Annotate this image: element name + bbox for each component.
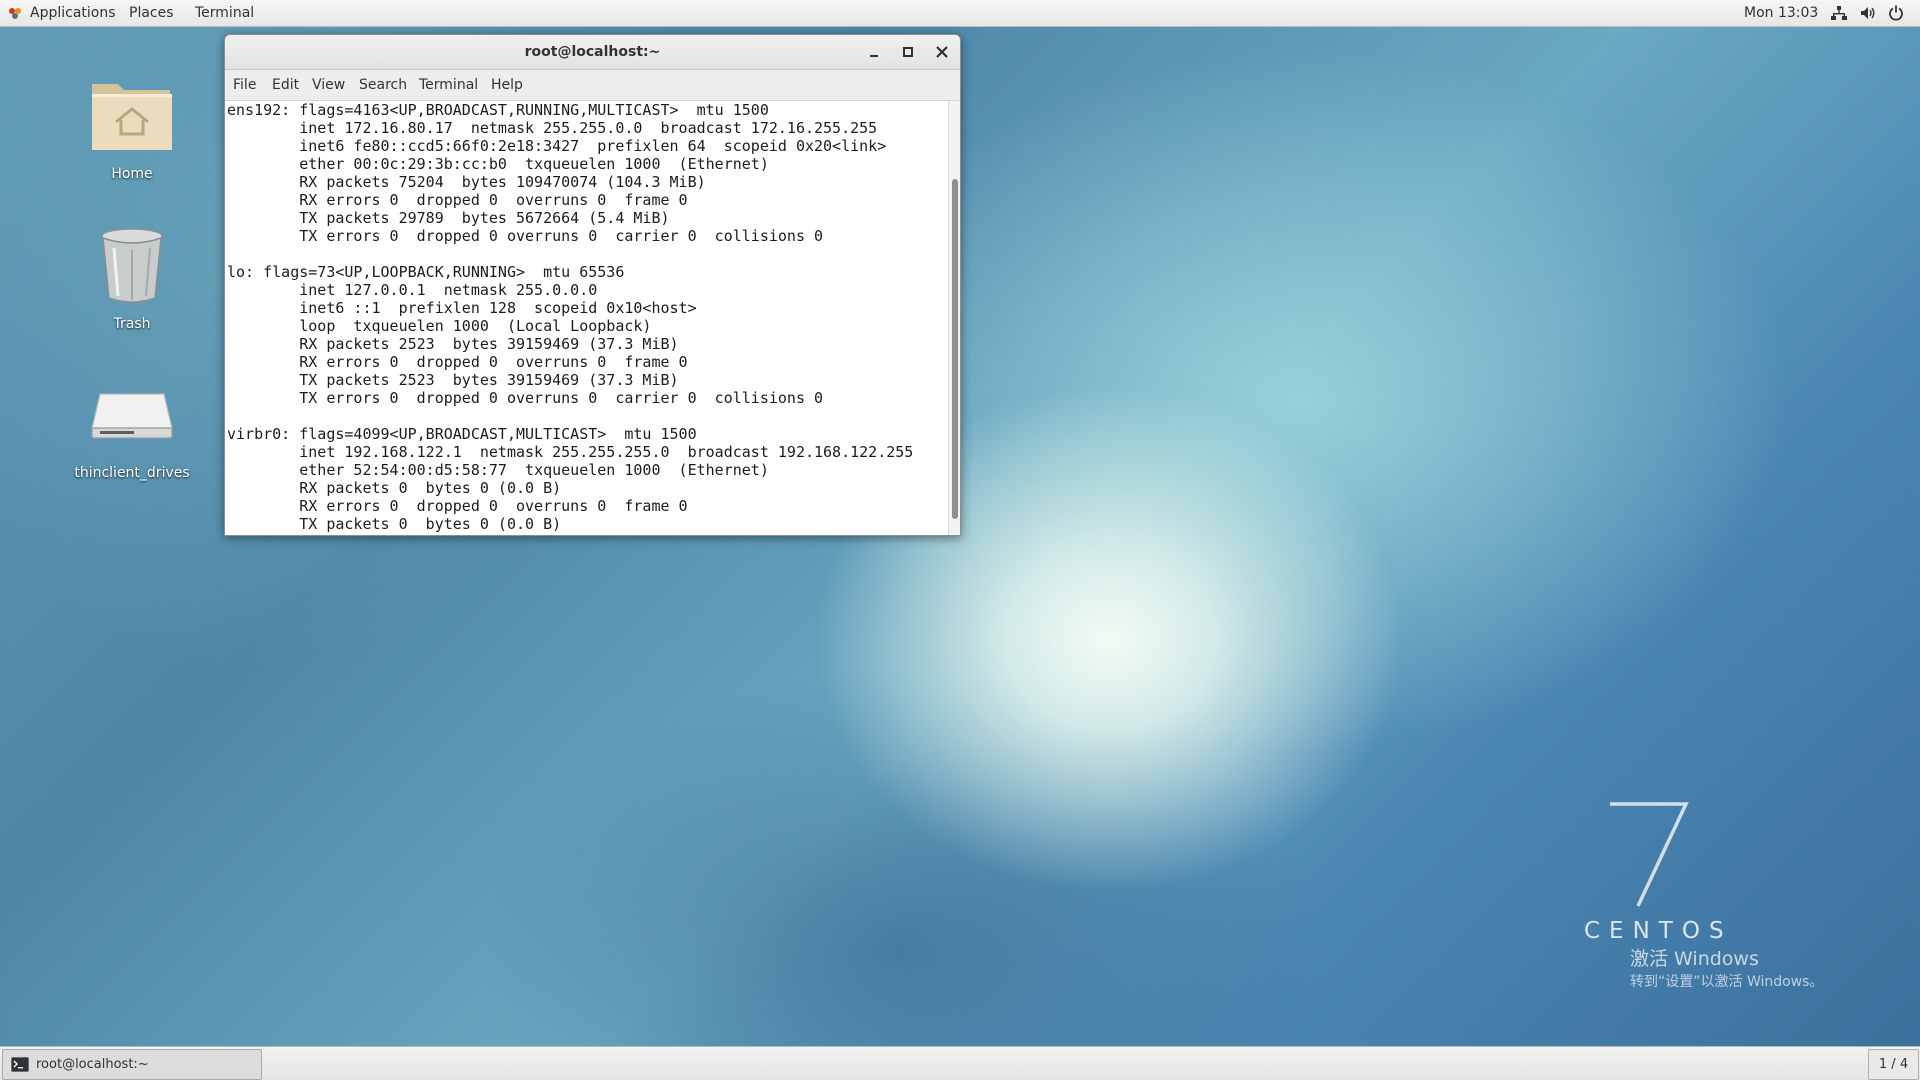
- terminal-window[interactable]: root@localhost:~ File Edit View Search T…: [224, 34, 961, 536]
- desktop-icon-home[interactable]: Home: [67, 70, 197, 185]
- top-panel: Applications Places Terminal Mon 13:03: [0, 0, 1920, 27]
- terminal-line: inet 127.0.0.1 netmask 255.0.0.0: [227, 281, 598, 299]
- centos-7-logo: [1610, 802, 1689, 907]
- menu-edit[interactable]: Edit: [272, 70, 299, 100]
- menu-help[interactable]: Help: [491, 70, 523, 100]
- terminal-line: RX packets 2523 bytes 39159469 (37.3 MiB…: [227, 335, 679, 353]
- terminal-scrollbar[interactable]: [948, 101, 960, 535]
- taskbar-item-terminal[interactable]: root@localhost:~: [2, 1049, 262, 1080]
- terminal-line: ether 52:54:00:d5:58:77 txqueuelen 1000 …: [227, 461, 769, 479]
- clock[interactable]: Mon 13:03: [1744, 0, 1818, 26]
- terminal-line: RX errors 0 dropped 0 overruns 0 frame 0: [227, 353, 688, 371]
- window-title: root@localhost:~: [524, 44, 661, 60]
- terminal-line: TX packets 2523 bytes 39159469 (37.3 MiB…: [227, 371, 679, 389]
- activate-windows-hint: 转到“设置”以激活 Windows。: [1630, 974, 1824, 990]
- taskbar-item-label: root@localhost:~: [36, 1057, 149, 1072]
- close-icon[interactable]: [935, 45, 949, 59]
- terminal-line: ether 00:0c:29:3b:cc:b0 txqueuelen 1000 …: [227, 155, 769, 173]
- volume-icon[interactable]: [1860, 5, 1876, 21]
- desktop-icon-label: thinclient_drives: [74, 465, 190, 481]
- terminal-line: lo: flags=73<UP,LOOPBACK,RUNNING> mtu 65…: [227, 263, 625, 281]
- terminal-app-menu[interactable]: Terminal: [195, 0, 254, 26]
- activate-windows-title: 激活 Windows: [1630, 948, 1759, 970]
- desktop-icon-trash[interactable]: Trash: [67, 226, 197, 336]
- home-folder-icon: [92, 84, 172, 150]
- terminal-line: inet 192.168.122.1 netmask 255.255.255.0…: [227, 443, 914, 461]
- desktop-icon-label: Home: [111, 166, 153, 182]
- menu-view[interactable]: View: [312, 70, 345, 100]
- window-menubar: File Edit View Search Terminal Help: [225, 70, 960, 101]
- terminal-line: TX errors 0 dropped 0 overruns 0 carrier…: [227, 227, 824, 245]
- terminal-line: RX errors 0 dropped 0 overruns 0 frame 0: [227, 497, 688, 515]
- drive-icon: [91, 393, 173, 439]
- terminal-line: virbr0: flags=4099<UP,BROADCAST,MULTICAS…: [227, 425, 697, 443]
- places-menu[interactable]: Places: [129, 0, 174, 26]
- minimize-icon[interactable]: [867, 45, 881, 59]
- terminal-line: TX packets 29789 bytes 5672664 (5.4 MiB): [227, 209, 670, 227]
- terminal-line: loop txqueuelen 1000 (Local Loopback): [227, 317, 652, 335]
- terminal-line: inet 172.16.80.17 netmask 255.255.0.0 br…: [227, 119, 878, 137]
- terminal-line: TX errors 0 dropped 0 overruns 0 carrier…: [227, 389, 824, 407]
- terminal-line: RX packets 0 bytes 0 (0.0 B): [227, 479, 562, 497]
- terminal-output[interactable]: ens192: flags=4163<UP,BROADCAST,RUNNING,…: [227, 101, 947, 535]
- applications-icon[interactable]: [8, 7, 22, 19]
- desktop-icon-thinclient-drives[interactable]: thinclient_drives: [67, 385, 197, 485]
- menu-search[interactable]: Search: [359, 70, 407, 100]
- workspace-indicator[interactable]: 1 / 4: [1868, 1049, 1919, 1080]
- trash-icon: [101, 228, 163, 303]
- network-icon[interactable]: [1831, 5, 1847, 21]
- applications-menu[interactable]: Applications: [30, 0, 116, 26]
- menu-terminal[interactable]: Terminal: [419, 70, 478, 100]
- terminal-line: RX errors 0 dropped 0 overruns 0 frame 0: [227, 191, 688, 209]
- menu-file[interactable]: File: [233, 70, 256, 100]
- power-icon[interactable]: [1888, 5, 1904, 21]
- desktop-icon-label: Trash: [113, 316, 151, 332]
- window-titlebar[interactable]: root@localhost:~: [225, 35, 960, 70]
- terminal-line: inet6 fe80::ccd5:66f0:2e18:3427 prefixle…: [227, 137, 887, 155]
- scrollbar-thumb[interactable]: [952, 179, 958, 519]
- terminal-line: inet6 ::1 prefixlen 128 scopeid 0x10<hos…: [227, 299, 697, 317]
- bottom-panel: root@localhost:~ 1 / 4: [0, 1046, 1920, 1080]
- terminal-line: TX packets 0 bytes 0 (0.0 B): [227, 515, 562, 533]
- terminal-icon: [11, 1057, 29, 1072]
- terminal-line: ens192: flags=4163<UP,BROADCAST,RUNNING,…: [227, 101, 769, 119]
- centos-wordmark: CENTOS: [1584, 918, 1733, 944]
- terminal-line: RX packets 75204 bytes 109470074 (104.3 …: [227, 173, 706, 191]
- maximize-icon[interactable]: [901, 45, 915, 59]
